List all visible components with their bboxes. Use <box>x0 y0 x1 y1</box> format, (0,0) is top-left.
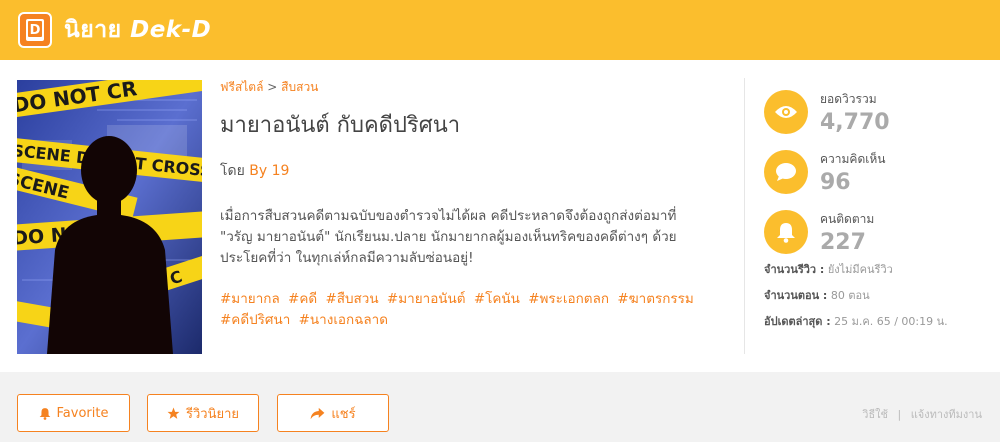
footer-separator: | <box>897 408 902 421</box>
favorite-button[interactable]: Favorite <box>17 394 130 432</box>
brand-english: Dek-D <box>130 17 212 43</box>
stat-value: 4,770 <box>820 109 890 135</box>
stat-followers: คนติดตาม 227 <box>764 202 984 262</box>
novel-title: มายาอนันต์ กับคดีปริศนา <box>220 113 461 138</box>
review-button[interactable]: รีวิวนิยาย <box>147 394 259 432</box>
tag-link[interactable]: #ฆาตรกรรม <box>617 291 694 307</box>
novel-cover-image: DO NOT CR SCENE DO NOT CROSS SCENE DO NO… <box>17 80 202 354</box>
tag-link[interactable]: #คดีปริศนา <box>220 312 290 328</box>
novel-description: เมื่อการสืบสวนคดีตามฉบับของตำรวจไม่ได้ผล… <box>220 208 677 266</box>
novel-detail-panel: DO NOT CR SCENE DO NOT CROSS SCENE DO NO… <box>0 60 1000 372</box>
meta-label: อัปเดตล่าสุด : <box>764 315 831 328</box>
stat-value: 96 <box>820 169 851 195</box>
action-bar: Favorite รีวิวนิยาย แชร์ วิธีใช้ | แจ้งท… <box>0 372 1000 442</box>
novel-meta: จำนวนรีวิว : ยังไม่มีคนรีวิว จำนวนตอน : … <box>764 262 994 340</box>
stat-views: ยอดวิวรวม 4,770 <box>764 82 984 142</box>
logo-letter: D <box>30 23 41 38</box>
tag-link[interactable]: #นางเอกฉลาด <box>299 312 388 328</box>
review-label: รีวิวนิยาย <box>185 406 239 422</box>
share-arrow-icon <box>310 407 325 420</box>
meta-label: จำนวนรีวิว : <box>764 263 825 276</box>
novel-stats: ยอดวิวรวม 4,770 ความคิดเห็น 96 คนติดตาม … <box>764 82 984 262</box>
stat-label: ยอดวิวรวม <box>820 91 877 106</box>
meta-reviews: จำนวนรีวิว : ยังไม่มีคนรีวิว <box>764 262 994 288</box>
tag-link[interactable]: #โคนัน <box>474 291 520 307</box>
cover-illustration: DO NOT CR SCENE DO NOT CROSS SCENE DO NO… <box>17 80 202 354</box>
bell-icon <box>764 210 808 254</box>
author-prefix: โดย <box>220 163 245 179</box>
book-logo-icon: D <box>26 19 44 41</box>
tag-link[interactable]: #มายากล <box>220 291 280 307</box>
breadcrumb-subcategory[interactable]: สืบสวน <box>281 80 318 94</box>
brand-name[interactable]: นิยาย Dek-D <box>64 12 211 48</box>
meta-value: 25 ม.ค. 65 / 00:19 น. <box>834 315 948 328</box>
share-label: แชร์ <box>331 406 356 422</box>
dekd-logo[interactable]: D <box>18 12 52 48</box>
breadcrumb: ฟรีสไตล์ > สืบสวน <box>220 78 720 97</box>
report-link[interactable]: แจ้งทางทีมงาน <box>911 408 982 421</box>
tag-link[interactable]: #พระเอกตลก <box>528 291 609 307</box>
stat-comments: ความคิดเห็น 96 <box>764 142 984 202</box>
tag-link[interactable]: #สืบสวน <box>325 291 378 307</box>
stat-label: ความคิดเห็น <box>820 151 886 166</box>
brand-thai: นิยาย <box>64 17 122 43</box>
share-button[interactable]: แชร์ <box>277 394 389 432</box>
favorite-label: Favorite <box>56 405 109 421</box>
novel-author: โดย By 19 <box>220 160 720 182</box>
top-header: D นิยาย Dek-D <box>0 0 1000 60</box>
star-icon <box>167 407 180 420</box>
eye-icon <box>764 90 808 134</box>
tag-list: #มายากล #คดี #สืบสวน #มายาอนันต์ #โคนัน … <box>220 289 700 331</box>
stat-value: 227 <box>820 229 866 255</box>
panel-divider <box>744 78 745 354</box>
meta-episodes: จำนวนตอน : 80 ตอน <box>764 288 994 314</box>
meta-value: ยังไม่มีคนรีวิว <box>827 263 893 276</box>
breadcrumb-separator: > <box>267 80 278 94</box>
meta-value: 80 ตอน <box>830 289 870 302</box>
stat-label: คนติดตาม <box>820 211 875 226</box>
novel-info: ฟรีสไตล์ > สืบสวน มายาอนันต์ กับคดีปริศน… <box>220 78 720 331</box>
tag-link[interactable]: #คดี <box>288 291 317 307</box>
author-link[interactable]: By 19 <box>249 163 289 179</box>
bell-icon <box>39 407 51 420</box>
breadcrumb-category[interactable]: ฟรีสไตล์ <box>220 80 263 94</box>
comment-icon <box>764 150 808 194</box>
howto-link[interactable]: วิธีใช้ <box>862 408 888 421</box>
footer-links: วิธีใช้ | แจ้งทางทีมงาน <box>862 405 982 423</box>
meta-updated: อัปเดตล่าสุด : 25 ม.ค. 65 / 00:19 น. <box>764 314 994 340</box>
meta-label: จำนวนตอน : <box>764 289 828 302</box>
tag-link[interactable]: #มายาอนันต์ <box>387 291 466 307</box>
